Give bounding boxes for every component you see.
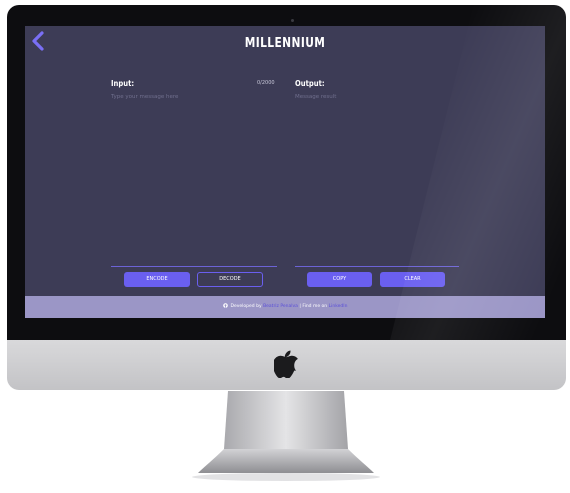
footer-prefix: Developed by bbox=[230, 304, 262, 309]
imac-mockup: MILLENNIUM Input: 0/2000 Output: ENCODE … bbox=[0, 0, 570, 493]
output-textarea[interactable] bbox=[295, 94, 459, 267]
output-label: Output: bbox=[295, 79, 325, 88]
character-counter: 0/2000 bbox=[257, 80, 275, 86]
app-screen: MILLENNIUM Input: 0/2000 Output: ENCODE … bbox=[25, 26, 545, 318]
footer-separator: | Find me on bbox=[299, 304, 328, 309]
camera-dot bbox=[291, 19, 294, 22]
input-textarea[interactable] bbox=[111, 94, 277, 267]
monitor-stand bbox=[192, 391, 380, 481]
github-icon bbox=[222, 303, 228, 308]
input-label: Input: bbox=[111, 79, 135, 88]
clear-button[interactable]: CLEAR bbox=[380, 272, 445, 287]
app-title: MILLENNIUM bbox=[244, 36, 326, 51]
app-footer: Developed by Beatriz Penalva | Find me o… bbox=[25, 296, 545, 318]
copy-button[interactable]: COPY bbox=[307, 272, 372, 287]
apple-logo-icon bbox=[274, 350, 298, 378]
decode-button[interactable]: DECODE bbox=[197, 272, 263, 287]
author-link[interactable]: Beatriz Penalva bbox=[263, 304, 298, 309]
linkedin-link[interactable]: LinkedIn bbox=[329, 304, 348, 309]
back-button[interactable] bbox=[30, 30, 46, 52]
encode-button[interactable]: ENCODE bbox=[124, 272, 190, 287]
chevron-left-icon bbox=[32, 31, 44, 51]
